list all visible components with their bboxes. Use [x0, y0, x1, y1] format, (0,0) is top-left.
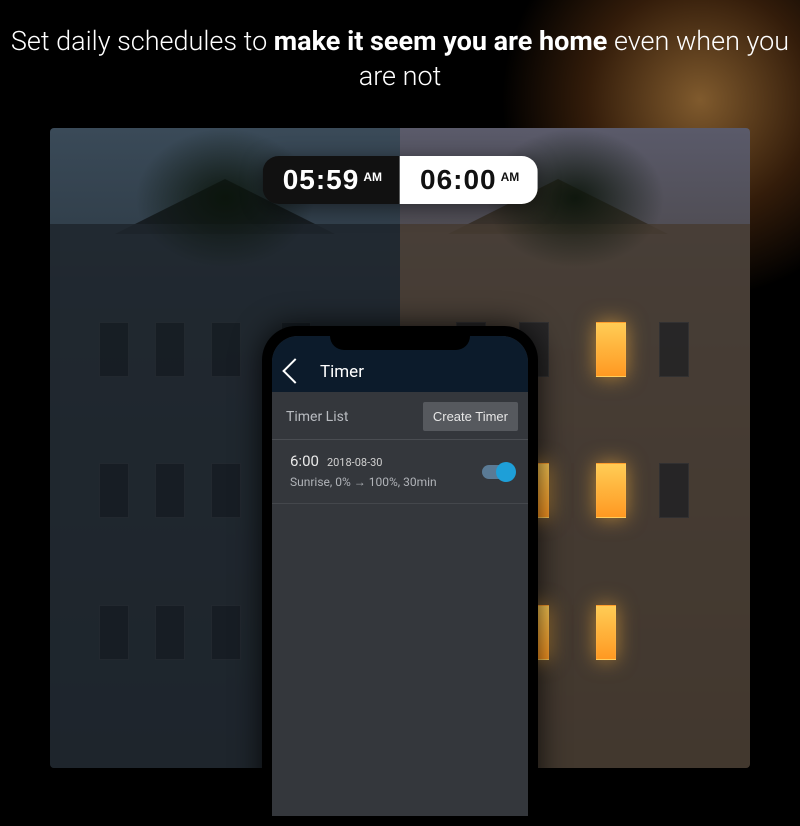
time-after-value: 06:00 — [420, 164, 497, 196]
create-timer-button[interactable]: Create Timer — [423, 402, 518, 431]
toggle-knob-icon — [496, 462, 516, 482]
timer-item[interactable]: 6:00 2018-08-30 Sunrise, 0% → 100%, 30mi… — [272, 440, 528, 504]
app-title: Timer — [320, 362, 364, 382]
timer-toggle[interactable] — [482, 465, 514, 479]
timer-item-date: 2018-08-30 — [327, 456, 383, 469]
time-after: 06:00 AM — [400, 156, 537, 204]
time-after-period: AM — [501, 170, 520, 184]
timer-item-time: 6:00 — [290, 452, 319, 470]
time-comparison-pill: 05:59 AM 06:00 AM — [263, 156, 538, 204]
timer-list-header: Timer List Create Timer — [272, 392, 528, 440]
timer-item-detail: Sunrise, 0% → 100%, 30min — [290, 475, 514, 489]
time-before-value: 05:59 — [283, 164, 360, 196]
time-before: 05:59 AM — [263, 156, 400, 204]
phone-notch — [330, 326, 470, 350]
phone-mockup: Timer Timer List Create Timer 6:00 2018-… — [262, 326, 538, 826]
timer-list-label: Timer List — [286, 409, 348, 425]
back-arrow-icon[interactable] — [282, 358, 307, 383]
timer-item-time-row: 6:00 2018-08-30 — [290, 452, 514, 470]
marketing-headline: Set daily schedules to make it seem you … — [0, 24, 800, 94]
app-screen: Timer Timer List Create Timer 6:00 2018-… — [272, 336, 528, 816]
headline-bold: make it seem you are home — [274, 25, 608, 57]
headline-part1: Set daily schedules to — [11, 25, 274, 57]
time-before-period: AM — [363, 170, 382, 184]
